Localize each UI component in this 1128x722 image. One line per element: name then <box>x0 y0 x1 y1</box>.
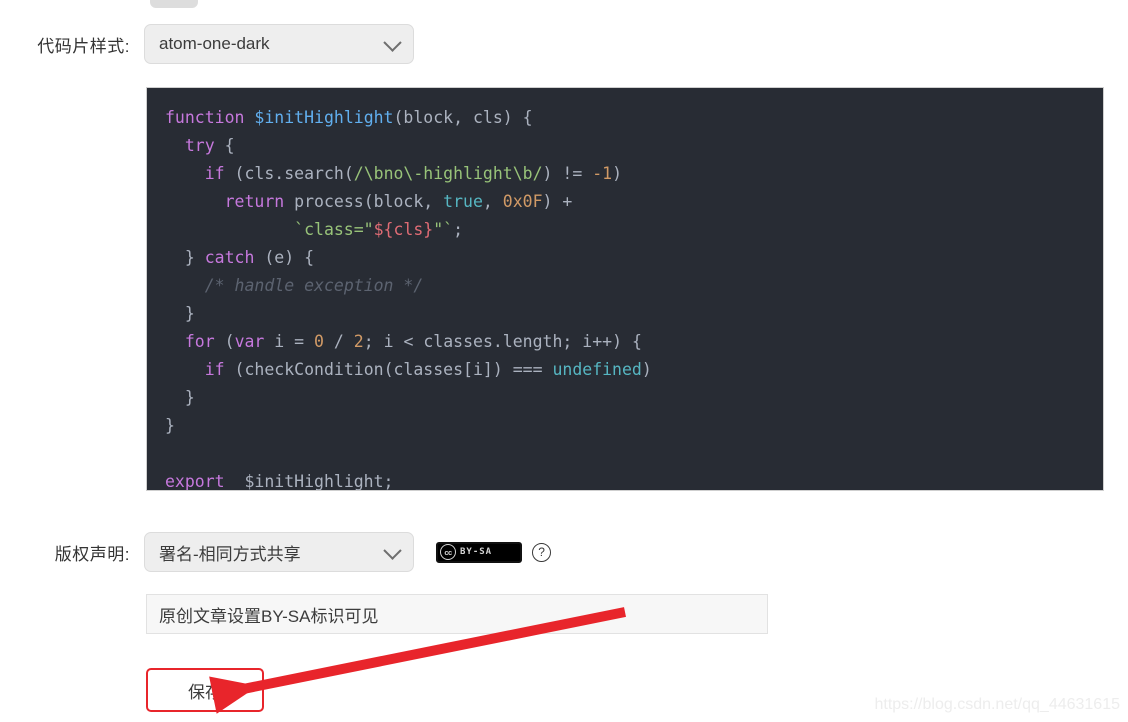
code-token: try <box>184 136 215 155</box>
code-token: export <box>165 472 225 491</box>
code-token: function <box>165 108 245 127</box>
code-style-select-value: atom-one-dark <box>159 34 270 53</box>
code-token: undefined <box>552 360 642 379</box>
code-preview-block: function $initHighlight(block, cls) { tr… <box>146 87 1104 491</box>
code-token: (cls.search( <box>224 164 354 183</box>
code-token: (e) { <box>254 248 315 267</box>
code-token: ) != <box>542 164 593 183</box>
license-hint-value: 原创文章设置BY-SA标识可见 <box>159 606 379 626</box>
code-token: if <box>204 360 225 379</box>
code-preview-text: function $initHighlight(block, cls) { tr… <box>165 104 1103 491</box>
code-token: , <box>482 192 503 211</box>
cc-badge-text: BY-SA <box>460 547 493 557</box>
code-token: $initHighlight <box>254 108 394 127</box>
code-token: $initHighlight; <box>224 472 394 491</box>
code-token: / <box>323 332 354 351</box>
code-token: /\bno\-highlight\b/ <box>353 164 543 183</box>
code-style-label: 代码片样式: <box>37 36 130 56</box>
code-token: 0 <box>314 332 324 351</box>
code-token: process(block, <box>284 192 444 211</box>
code-token: i = <box>264 332 315 351</box>
code-token: ) <box>641 360 652 379</box>
save-button-label: 保存 <box>188 682 222 702</box>
code-token: 0x0F <box>502 192 543 211</box>
code-token: -1 <box>592 164 613 183</box>
code-token: for <box>184 332 215 351</box>
code-token: return <box>224 192 285 211</box>
license-row: 版权声明: 署名-相同方式共享 cc BY-SA ? <box>20 532 552 572</box>
license-select[interactable]: 署名-相同方式共享 <box>144 532 414 572</box>
code-token: (block, cls) { <box>393 108 533 127</box>
code-token: ${cls} <box>373 220 434 239</box>
code-token: catch <box>204 248 255 267</box>
code-token: /* handle exception */ <box>204 276 424 295</box>
help-circle-icon[interactable]: ? <box>532 542 552 562</box>
code-token: ; <box>453 220 464 239</box>
creative-commons-by-sa-icon: cc BY-SA <box>436 541 523 563</box>
license-hint-field[interactable]: 原创文章设置BY-SA标识可见 <box>146 594 768 634</box>
watermark: https://blog.csdn.net/qq_44631615 <box>874 696 1120 713</box>
code-token: ( <box>214 332 235 351</box>
code-token: ) + <box>542 192 573 211</box>
license-select-value: 署名-相同方式共享 <box>159 544 301 564</box>
code-token: ; i < classes.length; i++) { <box>363 332 642 351</box>
code-token: { <box>214 136 235 155</box>
code-token: (checkCondition(classes[i]) === <box>224 360 553 379</box>
chevron-down-icon <box>383 541 402 560</box>
cc-mark: cc <box>440 544 456 560</box>
code-token: true <box>443 192 483 211</box>
code-token: } <box>165 416 175 435</box>
code-style-row: 代码片样式: atom-one-dark <box>20 24 414 64</box>
code-token: ) <box>612 164 622 183</box>
code-token: var <box>234 332 265 351</box>
save-button[interactable]: 保存 <box>146 668 264 712</box>
clipped-top-pill <box>150 0 198 8</box>
code-token: } <box>165 304 195 323</box>
license-label: 版权声明: <box>54 544 130 564</box>
code-token: if <box>204 164 225 183</box>
code-token: } <box>165 388 195 407</box>
code-token: 2 <box>353 332 364 351</box>
code-style-select[interactable]: atom-one-dark <box>144 24 414 64</box>
chevron-down-icon <box>383 33 402 52</box>
code-token: } <box>165 248 205 267</box>
code-token: `class=" <box>294 220 374 239</box>
code-token: "` <box>433 220 454 239</box>
